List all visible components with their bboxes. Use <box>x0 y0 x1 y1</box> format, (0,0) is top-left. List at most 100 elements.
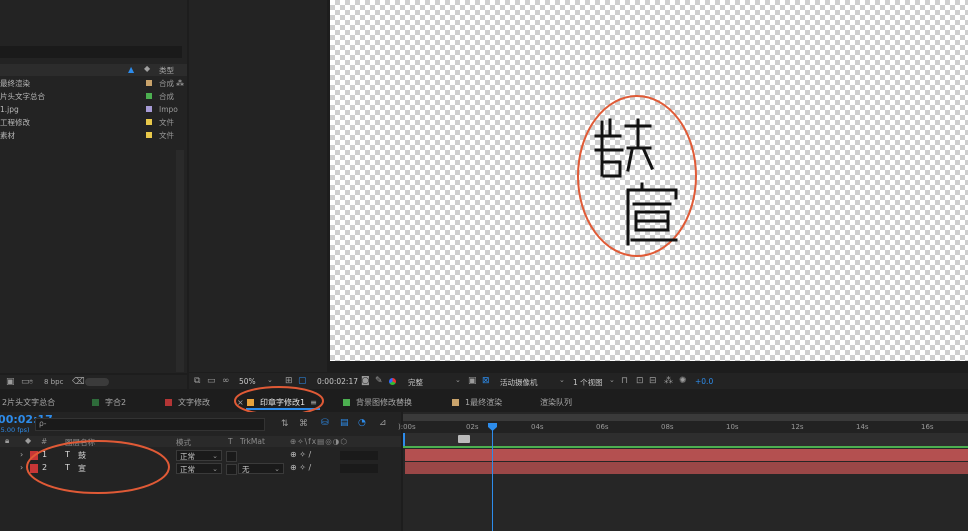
playhead-line[interactable] <box>492 426 493 531</box>
views-dropdown[interactable]: 1 个视图 <box>573 377 603 388</box>
layer-search-input[interactable]: ρ- <box>35 418 265 431</box>
ruler-tick-label: 14s <box>856 423 869 431</box>
label-color-swatch[interactable] <box>146 132 152 138</box>
layer-duration-bar[interactable] <box>405 462 968 474</box>
monitor-icon[interactable]: ▭ <box>207 376 216 386</box>
seal-glyph-xuan <box>626 182 678 246</box>
region-of-interest-icon[interactable]: ▣ <box>468 376 477 386</box>
flowchart-icon[interactable]: ⁂ <box>176 77 184 90</box>
project-search-field[interactable] <box>0 46 182 58</box>
tab-2片头文字总合[interactable]: 2片头文字总合 <box>2 396 55 410</box>
tab-color-swatch <box>343 399 350 406</box>
always-preview-icon[interactable]: ⧉ <box>194 376 200 386</box>
t-checkbox[interactable] <box>226 451 237 462</box>
ruler-tick-label: 16s <box>921 423 934 431</box>
ruler-tick-label: 06s <box>596 423 609 431</box>
thumbnail-slider[interactable] <box>85 378 109 386</box>
type-column-header[interactable]: 类型 <box>159 65 174 76</box>
chevron-down-icon[interactable]: ⌄ <box>455 376 461 384</box>
blend-mode-dropdown[interactable]: 正常 ⌄ <box>176 450 222 461</box>
layer-duration-bar[interactable] <box>405 449 968 461</box>
shy-layers-icon[interactable]: ⛁ <box>321 418 329 428</box>
chevron-down-icon[interactable]: ⌄ <box>267 376 273 384</box>
ruler-tick-label: 12s <box>791 423 804 431</box>
bpc-label[interactable]: 8 bpc <box>44 378 63 386</box>
sort-triangle-icon[interactable]: ▲ <box>128 65 134 74</box>
delete-icon[interactable]: ⌫ <box>72 377 85 387</box>
draft-3d-icon[interactable]: ⌘ <box>299 419 308 429</box>
exposure-value[interactable]: +0.0 <box>695 377 713 386</box>
transparency-grid-icon[interactable]: ⊠ <box>482 376 490 386</box>
mode-header: 模式 <box>176 438 191 447</box>
project-item[interactable]: 1.jpg Impo <box>0 103 180 116</box>
comp-mini-flowchart-icon[interactable]: ⇅ <box>281 419 289 429</box>
label-color-swatch[interactable] <box>146 119 152 125</box>
graph-editor-icon[interactable]: ⊿ <box>379 418 387 428</box>
comment-marker-icon[interactable] <box>458 435 470 443</box>
layers-annotation-ellipse <box>26 440 170 494</box>
tab-渲染队列[interactable]: 渲染队列 <box>540 396 572 410</box>
timeline-icon[interactable]: ⊟ <box>649 376 657 386</box>
layer-switches[interactable]: ⊕ ✧ / <box>290 463 311 472</box>
ruler-tick-label: 10s <box>726 423 739 431</box>
project-item[interactable]: 片头文字总合 合成 <box>0 90 180 103</box>
time-ruler[interactable] <box>403 421 968 433</box>
project-item[interactable]: 素材 文件 <box>0 129 180 142</box>
project-toolbar: ▣ ▭ ⌾ 8 bpc ⌫ <box>0 375 187 389</box>
expand-arrow-icon[interactable]: › <box>20 463 23 472</box>
ruler-tick-label: 02s <box>466 423 479 431</box>
lock-icon[interactable]: 🔒︎ <box>5 436 9 446</box>
seal-artwork[interactable] <box>570 90 705 265</box>
frame-blending-icon[interactable]: ▤ <box>340 418 349 428</box>
label-color-swatch[interactable] <box>146 93 152 99</box>
ruler-tick-label: ):00s <box>398 423 416 431</box>
interpret-footage-icon[interactable]: ▣ <box>6 377 15 387</box>
project-item[interactable]: 工程修改 文件 <box>0 116 180 129</box>
snapshot-camera-icon[interactable]: ◙ <box>361 376 370 386</box>
ruler-tick-label: 08s <box>661 423 674 431</box>
project-columns-header: ▲ ◆ 类型 <box>0 64 187 76</box>
effects-panel <box>189 0 327 372</box>
search-icon: ρ- <box>39 419 47 428</box>
project-item[interactable]: 最终渲染 合成 ⁂ <box>0 77 184 90</box>
tab-color-swatch <box>92 399 99 406</box>
zoom-start-marker[interactable] <box>403 433 405 446</box>
tab-字合2[interactable]: 字合2 <box>92 396 126 410</box>
quality-dropdown[interactable]: 完整 <box>408 377 423 388</box>
new-composition-icon[interactable]: ⌾ <box>29 377 33 387</box>
label-color-swatch[interactable] <box>146 80 152 86</box>
tab-背景图修改替换[interactable]: 背景图修改替换 <box>343 396 412 410</box>
layer-bar-green-line <box>403 446 968 448</box>
layer-switch-boxes[interactable] <box>340 464 378 473</box>
t-checkbox[interactable] <box>226 464 237 475</box>
seal-glyph-gu <box>594 118 654 178</box>
flowchart-icon[interactable]: ⁂ <box>664 376 673 386</box>
comp-marker-bar <box>403 433 968 446</box>
vr-goggles-icon[interactable]: ∞ <box>222 376 230 386</box>
reset-exposure-icon[interactable]: ✺ <box>679 376 687 386</box>
chevron-down-icon: ⌄ <box>274 465 280 473</box>
fast-previews-icon[interactable]: ⊡ <box>636 376 644 386</box>
expand-arrow-icon[interactable]: › <box>20 450 23 459</box>
layer-switch-boxes[interactable] <box>340 451 378 460</box>
label-tag-icon: ◆ <box>144 64 151 73</box>
project-scrollbar[interactable] <box>176 150 184 372</box>
tab-文字修改[interactable]: 文字修改 <box>165 396 210 410</box>
toggle-pixel-aspect-icon[interactable]: ⊓ <box>621 376 628 386</box>
layer-switches[interactable]: ⊕ ✧ / <box>290 450 311 459</box>
t-header: T <box>228 437 233 446</box>
blend-mode-dropdown[interactable]: 正常 ⌄ <box>176 463 222 474</box>
chevron-down-icon[interactable]: ⌄ <box>609 376 615 384</box>
chevron-down-icon: ⌄ <box>212 452 218 460</box>
camera-dropdown[interactable]: 活动摄像机 <box>500 377 538 388</box>
ruler-tick-label: 04s <box>531 423 544 431</box>
switches-header: ⊕✧\fx▤◎◑⬡ <box>290 437 348 446</box>
tab-1最终渲染[interactable]: 1最终渲染 <box>452 396 502 410</box>
work-area-bar[interactable] <box>403 414 968 421</box>
motion-blur-icon[interactable]: ◔ <box>358 418 366 428</box>
chevron-down-icon[interactable]: ⌄ <box>559 376 565 384</box>
show-snapshot-icon[interactable]: ✎ <box>375 376 383 386</box>
trkmat-dropdown[interactable]: 无 ⌄ <box>238 463 284 474</box>
label-color-swatch[interactable] <box>146 106 152 112</box>
color-channel-icon[interactable] <box>389 378 396 385</box>
